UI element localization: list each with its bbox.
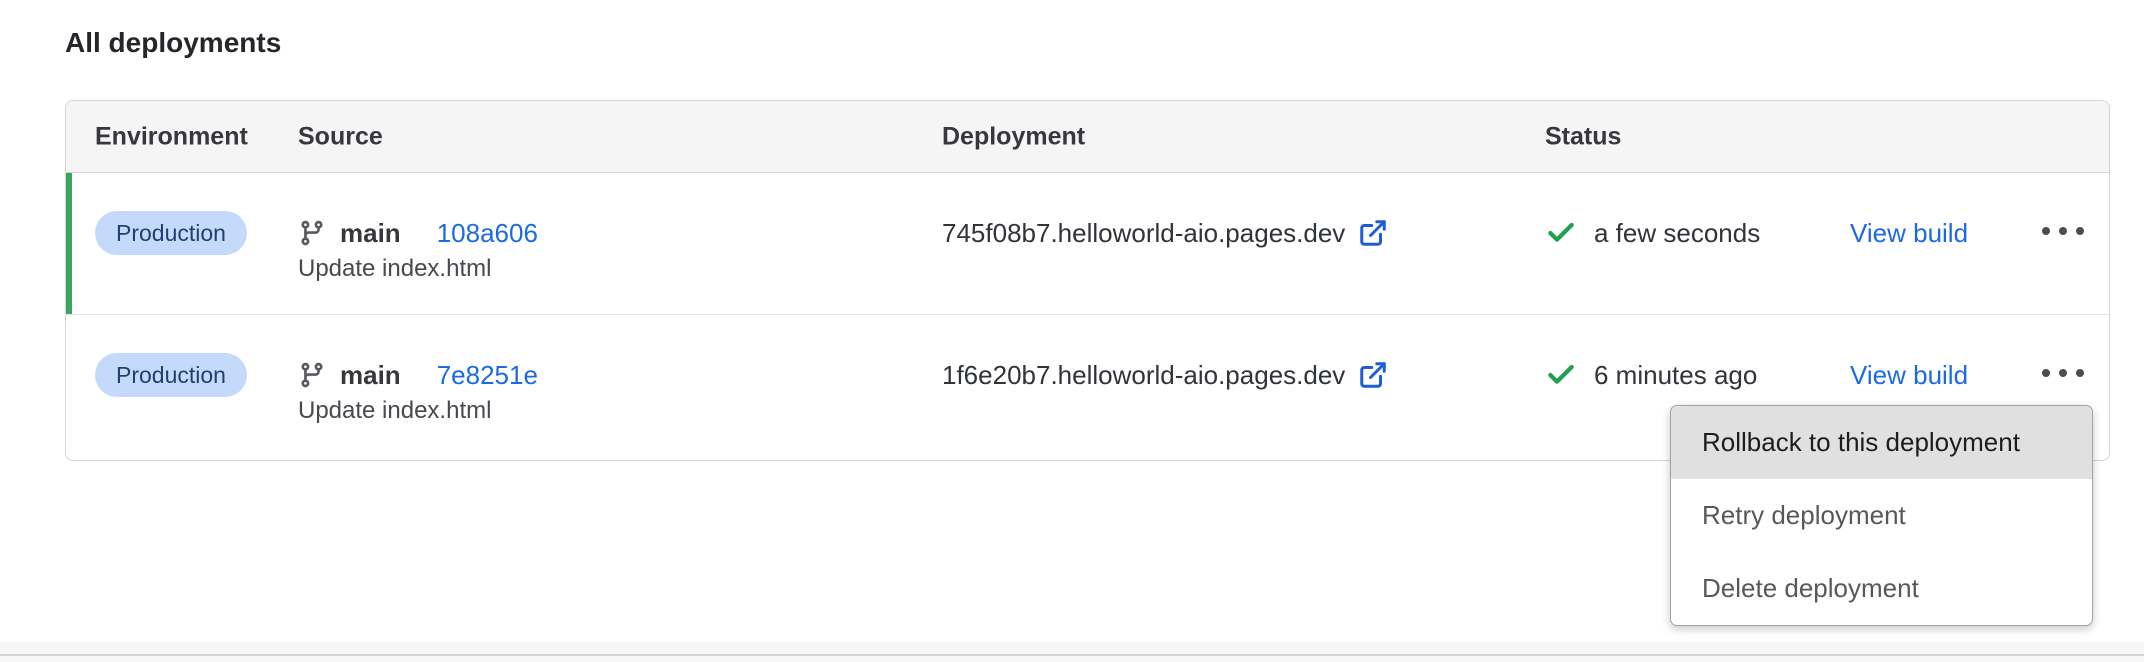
column-header-status: Status [1545, 122, 1621, 151]
menu-item-rollback[interactable]: Rollback to this deployment [1671, 406, 2092, 479]
menu-item-retry[interactable]: Retry deployment [1671, 479, 2092, 552]
branch-name: main [340, 360, 401, 391]
column-header-environment: Environment [95, 122, 248, 151]
view-build-link[interactable]: View build [1850, 211, 1968, 255]
column-header-source: Source [298, 122, 383, 151]
active-deployment-indicator [66, 173, 72, 314]
check-icon [1545, 359, 1577, 391]
ellipsis-dot [2059, 369, 2067, 377]
overflow-menu-button[interactable] [2032, 217, 2094, 245]
git-branch-icon [298, 219, 326, 247]
view-build-link[interactable]: View build [1850, 353, 1968, 397]
external-link-icon [1358, 218, 1388, 248]
ellipsis-dot [2076, 227, 2084, 235]
commit-message: Update index.html [298, 255, 491, 283]
status-cell: a few seconds [1545, 211, 1760, 255]
deployment-cell: 745f08b7.helloworld-aio.pages.dev [942, 211, 1388, 255]
commit-message: Update index.html [298, 397, 491, 425]
status-time: 6 minutes ago [1594, 360, 1757, 391]
ellipsis-dot [2042, 227, 2050, 235]
deployment-url-link[interactable]: 1f6e20b7.helloworld-aio.pages.dev [942, 360, 1388, 391]
check-icon [1545, 217, 1577, 249]
branch-name: main [340, 218, 401, 249]
deployment-url: 745f08b7.helloworld-aio.pages.dev [942, 218, 1345, 249]
table-header-row: Environment Source Deployment Status [66, 101, 2109, 173]
ellipsis-dot [2042, 369, 2050, 377]
menu-item-delete[interactable]: Delete deployment [1671, 552, 2092, 625]
deployment-url: 1f6e20b7.helloworld-aio.pages.dev [942, 360, 1345, 391]
commit-link[interactable]: 7e8251e [437, 360, 538, 391]
ellipsis-dot [2059, 227, 2067, 235]
table-row: Production main 108a606 Update index.htm… [66, 173, 2109, 315]
deployment-cell: 1f6e20b7.helloworld-aio.pages.dev [942, 353, 1388, 397]
column-header-deployment: Deployment [942, 122, 1085, 151]
bottom-section-divider [0, 642, 2144, 662]
overflow-menu-button[interactable] [2032, 359, 2094, 387]
status-cell: 6 minutes ago [1545, 353, 1757, 397]
git-branch-icon [298, 361, 326, 389]
source-cell: main 7e8251e [298, 353, 538, 397]
deployment-url-link[interactable]: 745f08b7.helloworld-aio.pages.dev [942, 218, 1388, 249]
commit-link[interactable]: 108a606 [437, 218, 538, 249]
page-title: All deployments [65, 27, 281, 59]
divider-line [0, 654, 2144, 656]
ellipsis-dot [2076, 369, 2084, 377]
deployment-context-menu: Rollback to this deployment Retry deploy… [1670, 405, 2093, 626]
status-time: a few seconds [1594, 218, 1760, 249]
source-cell: main 108a606 [298, 211, 538, 255]
environment-badge: Production [95, 353, 247, 397]
environment-badge: Production [95, 211, 247, 255]
external-link-icon [1358, 360, 1388, 390]
